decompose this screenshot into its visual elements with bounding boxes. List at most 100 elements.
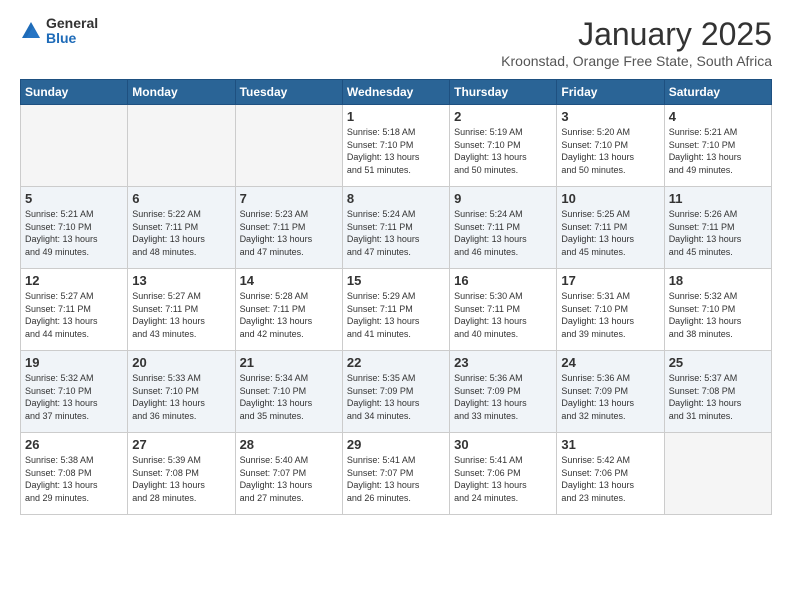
logo-icon (20, 20, 42, 42)
calendar-cell: 13 Sunrise: 5:27 AM Sunset: 7:11 PM Dayli… (128, 269, 235, 351)
calendar-cell: 24Sunrise: 5:36 AM Sunset: 7:09 PM Dayli… (557, 351, 664, 433)
calendar-cell (21, 105, 128, 187)
logo-text: General Blue (46, 16, 98, 47)
day-info: Sunrise: 5:41 AM Sunset: 7:07 PM Dayligh… (347, 454, 445, 504)
calendar-cell: 3Sunrise: 5:20 AM Sunset: 7:10 PM Daylig… (557, 105, 664, 187)
logo-general-label: General (46, 16, 98, 31)
day-number: 19 (25, 355, 123, 370)
calendar-week-row: 26 Sunrise: 5:38 AM Sunset: 7:08 PM Dayli… (21, 433, 772, 515)
weekday-header-tuesday: Tuesday (235, 80, 342, 105)
calendar-week-row: 19 Sunrise: 5:32 AM Sunset: 7:10 PM Dayli… (21, 351, 772, 433)
calendar-week-row: 1Sunrise: 5:18 AM Sunset: 7:10 PM Daylig… (21, 105, 772, 187)
day-number: 1 (347, 109, 445, 124)
day-number: 4 (669, 109, 767, 124)
day-info: Sunrise: 5:42 AM Sunset: 7:06 PM Dayligh… (561, 454, 659, 504)
calendar-cell: 30Sunrise: 5:41 AM Sunset: 7:06 PM Dayli… (450, 433, 557, 515)
day-number: 2 (454, 109, 552, 124)
calendar-week-row: 5 Sunrise: 5:21 AM Sunset: 7:10 PM Daylig… (21, 187, 772, 269)
day-number: 5 (25, 191, 123, 206)
logo: General Blue (20, 16, 98, 47)
day-info: Sunrise: 5:27 AM Sunset: 7:11 PM Dayligh… (132, 290, 230, 340)
day-info: Sunrise: 5:39 AM Sunset: 7:08 PM Dayligh… (132, 454, 230, 504)
calendar-cell: 25 Sunrise: 5:37 AM Sunset: 7:08 PM Dayli… (664, 351, 771, 433)
day-info: Sunrise: 5:32 AM Sunset: 7:10 PM Dayligh… (25, 372, 123, 422)
day-info: Sunrise: 5:40 AM Sunset: 7:07 PM Dayligh… (240, 454, 338, 504)
day-number: 11 (669, 191, 767, 206)
day-number: 16 (454, 273, 552, 288)
day-info: Sunrise: 5:26 AM Sunset: 7:11 PM Dayligh… (669, 208, 767, 258)
day-info: Sunrise: 5:21 AM Sunset: 7:10 PM Dayligh… (25, 208, 123, 258)
calendar-cell: 4 Sunrise: 5:21 AM Sunset: 7:10 PM Daylig… (664, 105, 771, 187)
day-number: 22 (347, 355, 445, 370)
day-number: 30 (454, 437, 552, 452)
day-info: Sunrise: 5:29 AM Sunset: 7:11 PM Dayligh… (347, 290, 445, 340)
calendar-cell: 1Sunrise: 5:18 AM Sunset: 7:10 PM Daylig… (342, 105, 449, 187)
page: General Blue January 2025 Kroonstad, Ora… (0, 0, 792, 612)
calendar-week-row: 12 Sunrise: 5:27 AM Sunset: 7:11 PM Dayli… (21, 269, 772, 351)
logo-blue-label: Blue (46, 31, 98, 46)
day-number: 24 (561, 355, 659, 370)
title-block: January 2025 Kroonstad, Orange Free Stat… (501, 16, 772, 69)
calendar-cell: 8 Sunrise: 5:24 AM Sunset: 7:11 PM Daylig… (342, 187, 449, 269)
calendar-cell: 10Sunrise: 5:25 AM Sunset: 7:11 PM Dayli… (557, 187, 664, 269)
weekday-header-saturday: Saturday (664, 80, 771, 105)
calendar-cell: 22 Sunrise: 5:35 AM Sunset: 7:09 PM Dayli… (342, 351, 449, 433)
calendar-subtitle: Kroonstad, Orange Free State, South Afri… (501, 53, 772, 69)
day-info: Sunrise: 5:35 AM Sunset: 7:09 PM Dayligh… (347, 372, 445, 422)
header: General Blue January 2025 Kroonstad, Ora… (20, 16, 772, 69)
calendar-cell: 18 Sunrise: 5:32 AM Sunset: 7:10 PM Dayli… (664, 269, 771, 351)
day-info: Sunrise: 5:27 AM Sunset: 7:11 PM Dayligh… (25, 290, 123, 340)
day-info: Sunrise: 5:30 AM Sunset: 7:11 PM Dayligh… (454, 290, 552, 340)
calendar-cell (128, 105, 235, 187)
day-number: 6 (132, 191, 230, 206)
calendar-cell: 16 Sunrise: 5:30 AM Sunset: 7:11 PM Dayli… (450, 269, 557, 351)
day-number: 13 (132, 273, 230, 288)
day-number: 27 (132, 437, 230, 452)
day-info: Sunrise: 5:36 AM Sunset: 7:09 PM Dayligh… (454, 372, 552, 422)
day-number: 17 (561, 273, 659, 288)
calendar-cell: 5 Sunrise: 5:21 AM Sunset: 7:10 PM Daylig… (21, 187, 128, 269)
calendar-cell: 21 Sunrise: 5:34 AM Sunset: 7:10 PM Dayli… (235, 351, 342, 433)
calendar-cell: 11 Sunrise: 5:26 AM Sunset: 7:11 PM Dayli… (664, 187, 771, 269)
day-number: 3 (561, 109, 659, 124)
day-number: 25 (669, 355, 767, 370)
day-info: Sunrise: 5:21 AM Sunset: 7:10 PM Dayligh… (669, 126, 767, 176)
calendar-cell: 12 Sunrise: 5:27 AM Sunset: 7:11 PM Dayli… (21, 269, 128, 351)
calendar-cell: 17 Sunrise: 5:31 AM Sunset: 7:10 PM Dayli… (557, 269, 664, 351)
day-number: 21 (240, 355, 338, 370)
calendar-cell: 31Sunrise: 5:42 AM Sunset: 7:06 PM Dayli… (557, 433, 664, 515)
calendar-cell: 6Sunrise: 5:22 AM Sunset: 7:11 PM Daylig… (128, 187, 235, 269)
calendar-cell: 26 Sunrise: 5:38 AM Sunset: 7:08 PM Dayli… (21, 433, 128, 515)
calendar-cell: 19 Sunrise: 5:32 AM Sunset: 7:10 PM Dayli… (21, 351, 128, 433)
day-info: Sunrise: 5:24 AM Sunset: 7:11 PM Dayligh… (347, 208, 445, 258)
day-number: 12 (25, 273, 123, 288)
day-info: Sunrise: 5:37 AM Sunset: 7:08 PM Dayligh… (669, 372, 767, 422)
day-info: Sunrise: 5:33 AM Sunset: 7:10 PM Dayligh… (132, 372, 230, 422)
day-number: 8 (347, 191, 445, 206)
calendar-cell (235, 105, 342, 187)
day-number: 26 (25, 437, 123, 452)
day-number: 7 (240, 191, 338, 206)
calendar-cell: 14Sunrise: 5:28 AM Sunset: 7:11 PM Dayli… (235, 269, 342, 351)
calendar-cell: 9Sunrise: 5:24 AM Sunset: 7:11 PM Daylig… (450, 187, 557, 269)
calendar-cell (664, 433, 771, 515)
calendar-cell: 23 Sunrise: 5:36 AM Sunset: 7:09 PM Dayli… (450, 351, 557, 433)
weekday-header-friday: Friday (557, 80, 664, 105)
calendar-cell: 2Sunrise: 5:19 AM Sunset: 7:10 PM Daylig… (450, 105, 557, 187)
weekday-header-row: SundayMondayTuesdayWednesdayThursdayFrid… (21, 80, 772, 105)
calendar-cell: 29 Sunrise: 5:41 AM Sunset: 7:07 PM Dayli… (342, 433, 449, 515)
day-info: Sunrise: 5:31 AM Sunset: 7:10 PM Dayligh… (561, 290, 659, 340)
day-info: Sunrise: 5:34 AM Sunset: 7:10 PM Dayligh… (240, 372, 338, 422)
day-number: 23 (454, 355, 552, 370)
day-number: 18 (669, 273, 767, 288)
day-info: Sunrise: 5:23 AM Sunset: 7:11 PM Dayligh… (240, 208, 338, 258)
day-number: 20 (132, 355, 230, 370)
day-info: Sunrise: 5:24 AM Sunset: 7:11 PM Dayligh… (454, 208, 552, 258)
day-info: Sunrise: 5:32 AM Sunset: 7:10 PM Dayligh… (669, 290, 767, 340)
calendar-cell: 27 Sunrise: 5:39 AM Sunset: 7:08 PM Dayli… (128, 433, 235, 515)
weekday-header-sunday: Sunday (21, 80, 128, 105)
day-number: 29 (347, 437, 445, 452)
day-info: Sunrise: 5:38 AM Sunset: 7:08 PM Dayligh… (25, 454, 123, 504)
calendar-cell: 15Sunrise: 5:29 AM Sunset: 7:11 PM Dayli… (342, 269, 449, 351)
day-info: Sunrise: 5:25 AM Sunset: 7:11 PM Dayligh… (561, 208, 659, 258)
